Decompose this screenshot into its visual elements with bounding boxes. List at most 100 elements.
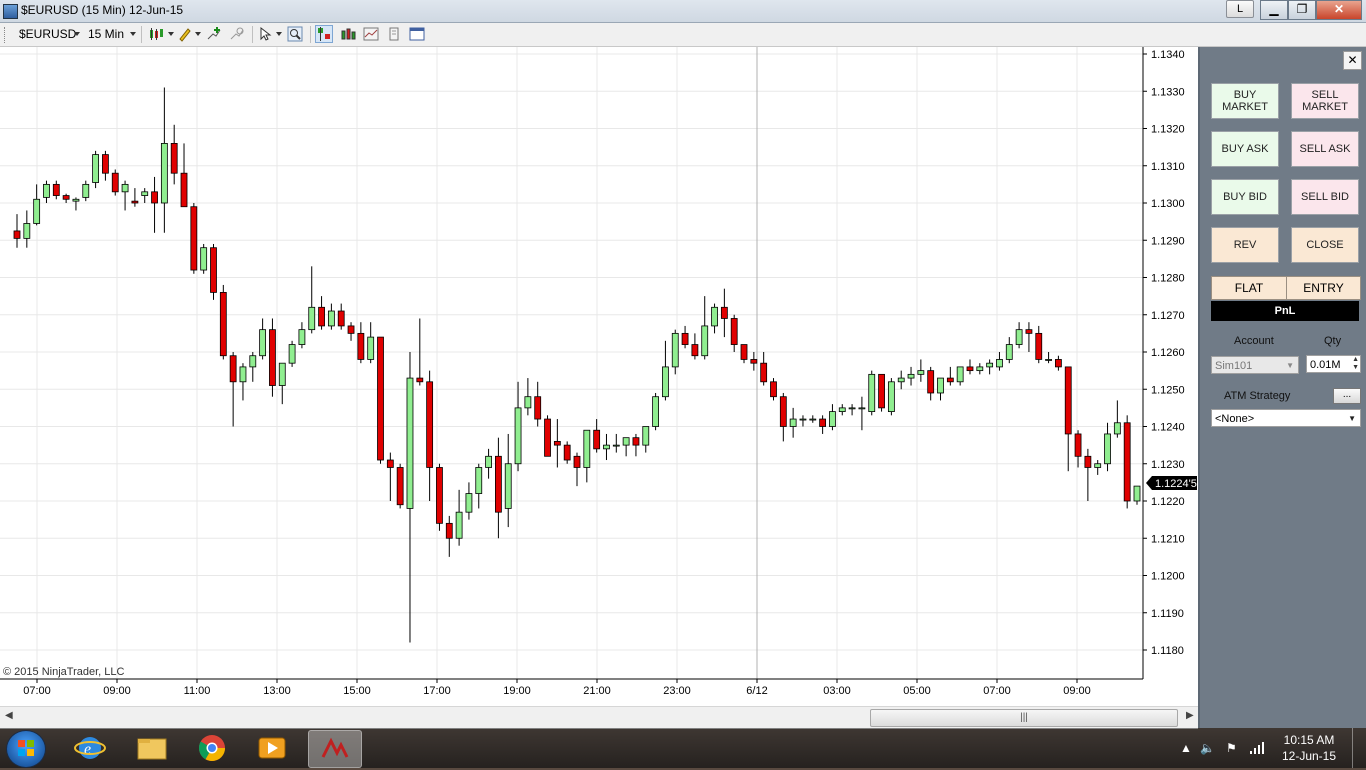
buy-ask-button[interactable]: BUY ASK [1211,131,1279,167]
pointer-icon[interactable] [258,26,274,42]
candle-body [52,183,60,196]
account-dropdown-arrow-icon[interactable]: ▼ [1286,357,1294,375]
taskbar-ninjatrader-button[interactable] [308,730,362,768]
properties-icon[interactable] [386,26,402,42]
data-box-icon[interactable] [363,26,379,42]
close-position-label: CLOSE [1306,239,1344,251]
interval-dropdown-arrow-icon[interactable] [130,32,136,36]
volume-icon[interactable]: 🔈 [1200,741,1215,755]
buy-market-button[interactable]: BUY MARKET [1211,83,1279,119]
chart-style-dropdown-arrow-icon[interactable] [168,32,174,36]
chart-horizontal-scrollbar[interactable]: ◀ ||| ▶ [0,706,1198,729]
start-button[interactable] [6,730,46,768]
chart-trader-icon[interactable] [315,25,333,43]
close-window-button[interactable]: ✕ [1316,0,1362,20]
y-tick-label: 1.1340 [1151,49,1185,61]
candle [681,325,689,349]
candle [563,441,571,464]
bar-chart-icon[interactable] [340,26,356,42]
candle [1094,460,1102,475]
minimize-button[interactable]: ▁ [1260,0,1288,20]
scrollbar-thumb[interactable]: ||| [870,709,1178,727]
candle [455,489,463,546]
action-center-flag-icon[interactable]: ⚑ [1226,741,1237,755]
account-select[interactable]: Sim101 ▼ [1211,356,1299,374]
close-panel-button[interactable]: ✕ [1343,51,1362,70]
sell-ask-button[interactable]: SELL ASK [1291,131,1359,167]
candle [534,381,542,427]
candle [612,433,620,453]
close-position-button[interactable]: CLOSE [1291,227,1359,263]
sell-market-button[interactable]: SELL MARKET [1291,83,1359,119]
system-clock[interactable]: 10:15 AM 12-Jun-15 [1278,732,1340,764]
candle-body [711,306,718,327]
drawing-tools-dropdown-arrow-icon[interactable] [195,32,201,36]
quantity-spin-arrows-icon[interactable]: ▲ ▼ [1352,356,1359,372]
candle-body [1035,332,1043,360]
candle-body [269,329,276,386]
candle [720,288,728,338]
media-player-icon [258,737,286,759]
atm-strategy-select[interactable]: <None> ▼ [1211,409,1361,427]
sell-bid-button[interactable]: SELL BID [1291,179,1359,215]
x-tick-label: 11:00 [184,685,211,697]
candle-body [259,329,267,357]
candle-body [996,359,1003,368]
strategy-icon[interactable] [229,26,245,42]
buy-bid-button[interactable]: BUY BID [1211,179,1279,215]
pencil-icon[interactable] [177,26,193,42]
candle [946,366,954,386]
scroll-left-arrow-icon[interactable]: ◀ [5,710,13,721]
svg-text:e: e [84,741,91,758]
candle [1045,352,1052,364]
candle-body [102,154,109,174]
add-indicator-icon[interactable] [206,26,222,42]
candle-body [111,172,119,193]
taskbar-chrome-button[interactable] [186,730,238,766]
candle-body [917,370,925,375]
candlestick-style-icon[interactable] [148,26,164,42]
candle [730,314,738,352]
atm-dropdown-arrow-icon[interactable]: ▼ [1348,410,1356,428]
candle-body [386,459,394,468]
candle-body [563,444,571,461]
atm-strategy-settings-button[interactable]: ... [1333,388,1361,404]
atm-strategy-value: <None> [1215,413,1255,425]
reverse-label: REV [1233,239,1257,251]
window-layout-icon[interactable] [409,26,425,42]
candle-body [327,310,335,327]
candle-body [131,200,139,204]
link-button[interactable]: L [1226,0,1254,18]
candle [917,359,925,382]
quantity-stepper[interactable]: 0.01M ▲ ▼ [1306,355,1361,373]
zoom-icon[interactable] [287,26,303,42]
candle [1084,448,1092,501]
show-hidden-icons-icon[interactable]: ▲ [1180,741,1192,755]
maximize-button[interactable]: ❐ [1288,0,1316,20]
sell-ask-label: SELL ASK [1299,143,1351,155]
taskbar-ie-button[interactable]: e [64,730,116,766]
buy-market-label: BUY MARKET [1222,89,1268,113]
candle [239,363,247,401]
candle-body [662,366,669,398]
pointer-dropdown-arrow-icon[interactable] [276,32,282,36]
candlestick-chart[interactable]: 1.1340 1.1330 1.1320 1.1310 1.1300 1.1290 1.12… [0,47,1198,706]
price-chart[interactable]: 1.1340 1.1330 1.1320 1.1310 1.1300 1.1290 1.12… [0,47,1198,706]
candle [514,381,522,472]
candle-body [534,396,542,420]
candle-body [897,377,905,383]
candle [1025,322,1033,352]
show-desktop-button[interactable] [1352,728,1366,768]
reverse-button[interactable]: REV [1211,227,1279,263]
scroll-right-arrow-icon[interactable]: ▶ [1186,710,1194,721]
candle-body [848,407,856,410]
taskbar-explorer-button[interactable] [126,730,178,766]
instrument-selector[interactable]: $EURUSD [19,27,76,41]
interval-selector[interactable]: 15 Min [88,27,124,41]
candle [878,373,885,412]
taskbar-media-button[interactable] [246,730,298,766]
candle [819,415,827,434]
candle-body [1113,422,1121,435]
network-signal-icon[interactable] [1249,742,1265,754]
instrument-dropdown-arrow-icon[interactable] [74,32,80,36]
